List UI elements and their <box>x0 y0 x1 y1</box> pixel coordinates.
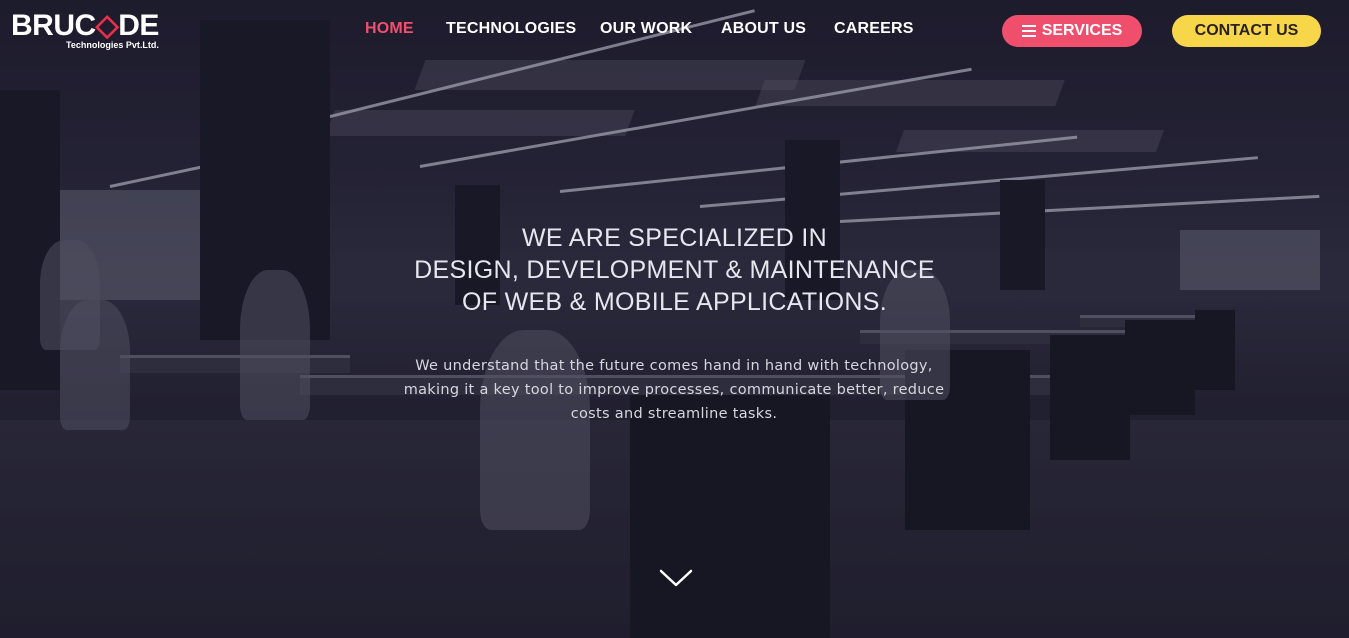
dark-overlay <box>0 0 1349 638</box>
nav-about-us[interactable]: ABOUT US <box>721 20 806 38</box>
chevron-down-icon[interactable] <box>658 566 694 590</box>
headline-line: OF WEB & MOBILE APPLICATIONS. <box>462 288 887 316</box>
subtext-line: We understand that the future comes hand… <box>415 358 933 374</box>
hero-subtext: We understand that the future comes hand… <box>374 354 974 426</box>
hamburger-icon <box>1021 25 1036 37</box>
subtext-line: costs and streamline tasks. <box>570 406 778 422</box>
contact-us-button[interactable]: CONTACT US <box>1172 15 1321 47</box>
nav-careers[interactable]: CAREERS <box>834 20 914 38</box>
nav-technologies[interactable]: TECHNOLOGIES <box>446 20 576 38</box>
headline-line: DESIGN, DEVELOPMENT & MAINTENANCE <box>414 256 935 284</box>
site-header: BRUC◇DE Technologies Pvt.Ltd. HOME TECHN… <box>0 0 1349 62</box>
services-label: SERVICES <box>1041 22 1123 39</box>
logo-tagline: Technologies Pvt.Ltd. <box>66 40 159 50</box>
brucode-logo[interactable]: BRUC◇DE Technologies Pvt.Ltd. <box>11 11 171 51</box>
headline-line: WE ARE SPECIALIZED IN <box>522 224 827 252</box>
nav-our-work[interactable]: OUR WORK <box>600 20 692 38</box>
nav-home[interactable]: HOME <box>365 20 414 38</box>
logo-wordmark: BRUC◇DE <box>11 9 159 42</box>
services-button[interactable]: SERVICES <box>1002 15 1142 47</box>
contact-label: CONTACT US <box>1194 22 1299 39</box>
subtext-line: making it a key tool to improve processe… <box>403 382 945 398</box>
hero-background <box>0 0 1349 638</box>
hero-headline: WE ARE SPECIALIZED IN DESIGN, DEVELOPMEN… <box>0 222 1349 318</box>
